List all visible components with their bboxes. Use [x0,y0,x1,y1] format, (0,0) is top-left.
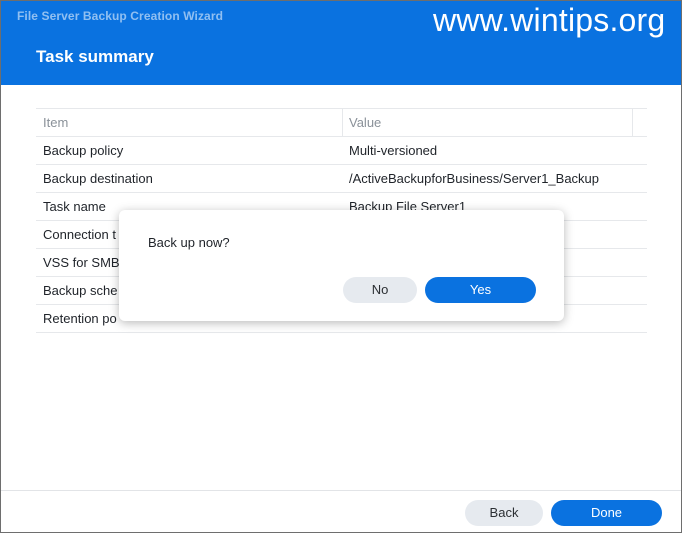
done-button[interactable]: Done [551,500,662,526]
back-button[interactable]: Back [465,500,543,526]
row-value: Multi-versioned [349,143,438,158]
row-item: Backup sche [43,283,118,298]
row-item: Task name [43,199,106,214]
footer-divider [1,490,681,491]
row-item: Backup policy [43,143,124,158]
row-item: VSS for SMB [43,255,120,270]
yes-button[interactable]: Yes [425,277,536,303]
row-value: /ActiveBackupforBusiness/Server1_Backup [349,171,600,186]
row-item: Retention po [43,311,117,326]
confirm-dialog: Back up now? No Yes [119,210,564,321]
no-button[interactable]: No [343,277,417,303]
column-divider [632,109,633,136]
row-item: Connection t [43,227,116,242]
row-item: Backup destination [43,171,153,186]
table-row: Backup destination /ActiveBackupforBusin… [36,165,647,193]
wizard-header: File Server Backup Creation Wizard www.w… [1,1,681,85]
column-header-item: Item [43,115,69,130]
column-header-value: Value [349,115,382,130]
page-title: Task summary [36,47,154,66]
wizard-window: File Server Backup Creation Wizard www.w… [0,0,682,533]
table-header-row: Item Value [36,108,647,137]
column-divider [342,109,343,136]
watermark: www.wintips.org [433,2,666,38]
window-title: File Server Backup Creation Wizard [17,9,224,23]
dialog-message: Back up now? [148,235,230,250]
table-row: Backup policy Multi-versioned [36,137,647,165]
